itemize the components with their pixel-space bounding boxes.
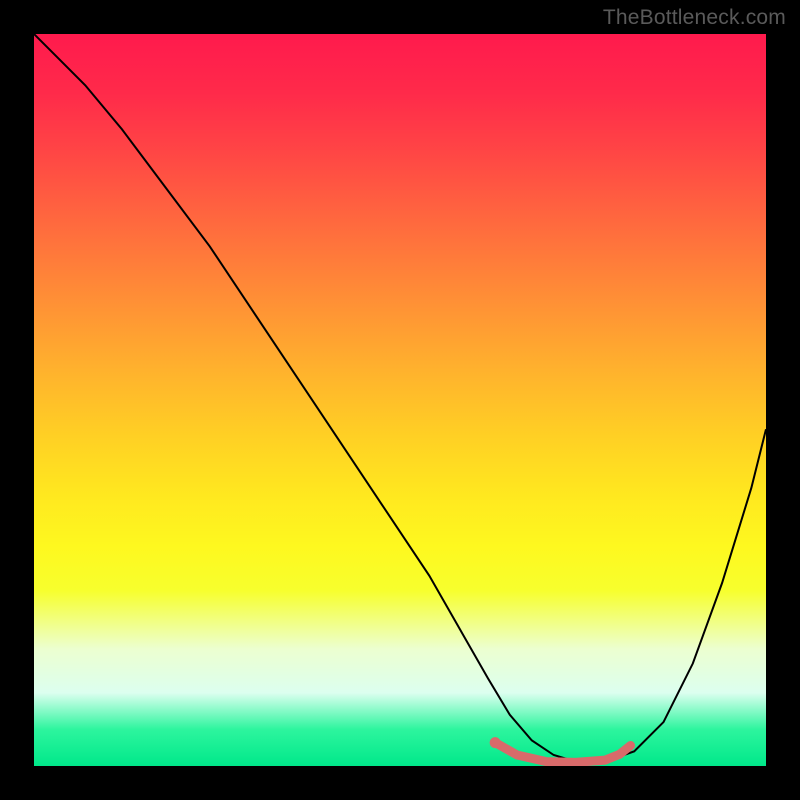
optimal-range-marker-line <box>495 743 630 763</box>
bottleneck-curve-line <box>34 34 766 762</box>
chart-overlay-svg <box>34 34 766 766</box>
chart-plot-area <box>34 34 766 766</box>
watermark-text: TheBottleneck.com <box>603 6 786 30</box>
marker-start-dot <box>490 737 501 748</box>
